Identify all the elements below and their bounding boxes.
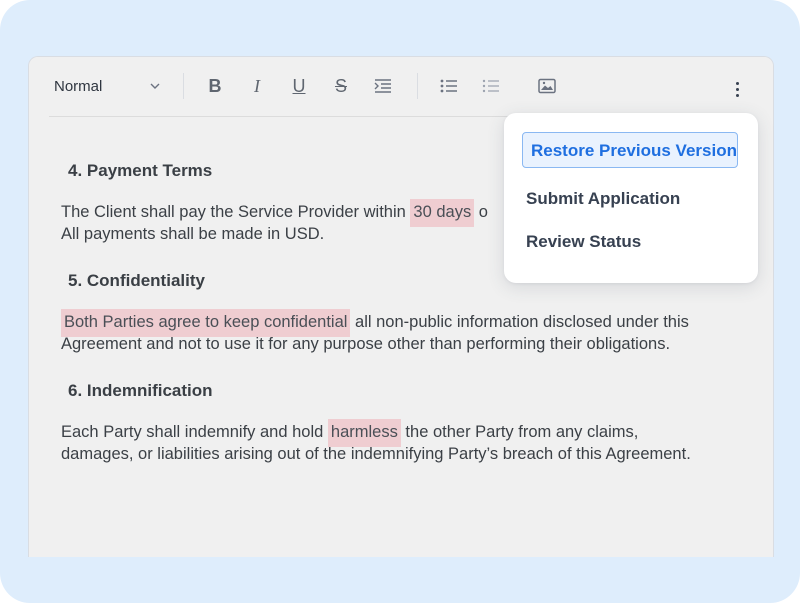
indent-button[interactable] — [371, 74, 395, 98]
editor-toolbar: Normal B I U S — [29, 57, 773, 115]
image-icon — [538, 78, 556, 94]
more-vertical-icon — [735, 81, 739, 85]
section-heading: 6. Indemnification — [68, 381, 213, 400]
paragraph-text: Each Party shall indemnify and hold — [61, 423, 328, 441]
paragraph-text: The Client shall pay the Service Provide… — [61, 203, 411, 221]
toolbar-separator — [417, 73, 418, 99]
checklist-icon — [482, 79, 499, 93]
section-paragraph: Each Party shall indemnify and hold harm… — [61, 419, 701, 465]
bulleted-list-icon — [440, 79, 457, 93]
menu-item-review-status[interactable]: Review Status — [526, 228, 641, 256]
strikethrough-icon: S — [334, 75, 347, 96]
italic-icon: I — [254, 75, 260, 96]
options-dropdown-menu: Restore Previous Version Submit Applicat… — [504, 113, 758, 283]
indent-icon — [374, 79, 391, 93]
strikethrough-button[interactable]: S — [329, 74, 353, 98]
underline-icon: U — [292, 75, 306, 96]
paragraph-style-value: Normal — [54, 77, 103, 95]
checklist-button[interactable] — [479, 74, 503, 98]
bold-button[interactable]: B — [203, 74, 227, 98]
menu-item-restore-previous-version[interactable]: Restore Previous Version — [522, 132, 738, 168]
app-frame: Normal B I U S 4. Payment Terms The Clie… — [0, 0, 800, 603]
chevron-down-icon — [150, 83, 160, 89]
bulleted-list-button[interactable] — [437, 74, 461, 98]
highlighted-text[interactable]: 30 days — [410, 199, 475, 227]
more-options-button[interactable] — [728, 77, 746, 101]
paragraph-text: o — [474, 203, 488, 221]
toolbar-separator — [183, 73, 184, 99]
bold-icon: B — [208, 75, 222, 96]
paragraph-text: All payments shall be made in USD. — [61, 225, 325, 243]
highlighted-text[interactable]: harmless — [327, 419, 401, 447]
highlighted-text[interactable]: Both Parties agree to keep confidential — [61, 309, 351, 337]
insert-image-button[interactable] — [535, 74, 559, 98]
menu-item-submit-application[interactable]: Submit Application — [526, 185, 680, 213]
underline-button[interactable]: U — [287, 74, 311, 98]
paragraph-style-select[interactable]: Normal — [54, 75, 164, 97]
section-paragraph: Both Parties agree to keep confidential … — [61, 309, 701, 355]
italic-button[interactable]: I — [245, 74, 269, 98]
